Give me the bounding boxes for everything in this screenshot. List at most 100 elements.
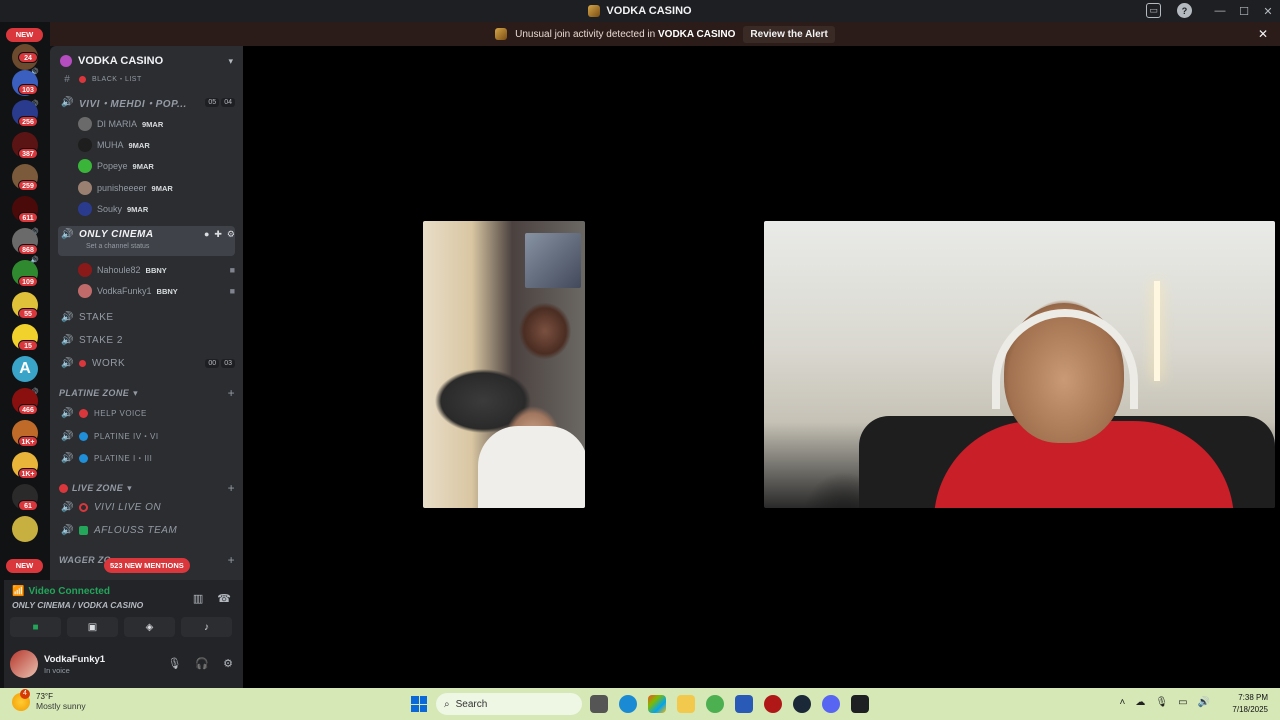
taskbar-clock[interactable]: 7:38 PM 7/18/2025 xyxy=(1232,692,1268,716)
add-channel-icon[interactable]: + xyxy=(228,553,235,567)
review-alert-button[interactable]: Review the Alert xyxy=(743,25,835,43)
chevron-up-icon[interactable]: ˄ xyxy=(1120,697,1126,708)
speaker-icon: 🔊 xyxy=(61,357,74,369)
category-platine-zone[interactable]: PLATINE ZONE ▾ + xyxy=(59,385,235,401)
video-tile-left[interactable] xyxy=(423,221,585,508)
speaker-icon: 🔊 xyxy=(61,430,74,442)
camera-icon: ■ xyxy=(229,265,235,275)
cloud-icon[interactable]: ☁ xyxy=(1135,697,1145,708)
file-explorer-icon[interactable] xyxy=(677,695,695,713)
voice-actions: ▥ ☎ xyxy=(193,592,231,605)
server-badge-icon xyxy=(60,55,72,67)
new-unreads-pill[interactable]: NEW xyxy=(6,28,43,42)
username[interactable]: VodkaFunky1 xyxy=(44,654,105,665)
voice-member[interactable]: punisheeeer 9MAR xyxy=(78,178,235,198)
gear-icon[interactable]: ⚙ xyxy=(223,657,233,670)
voice-member[interactable]: VodkaFunky1 BBNY ■ xyxy=(78,281,235,301)
disconnect-icon[interactable]: ☎ xyxy=(217,592,231,605)
voice-member[interactable]: DI MARIA 9MAR xyxy=(78,114,235,134)
voice-member[interactable]: Souky 9MAR xyxy=(78,199,235,219)
avatar[interactable] xyxy=(10,650,38,678)
chrome-icon[interactable] xyxy=(706,695,724,713)
chat-icon[interactable]: ● xyxy=(204,229,209,240)
store-icon[interactable] xyxy=(735,695,753,713)
close-icon[interactable]: ✕ xyxy=(1258,27,1268,41)
monitor-icon[interactable]: ▭ xyxy=(1178,697,1187,708)
start-button[interactable] xyxy=(411,696,427,712)
new-unreads-pill[interactable]: NEW xyxy=(6,559,43,573)
voice-channel-work[interactable]: 🔊 WORK 00 03 xyxy=(58,353,235,373)
invite-icon[interactable]: ✚ xyxy=(214,229,222,240)
mention-badge: 259 xyxy=(18,180,38,191)
new-mentions-pill[interactable]: 523 NEW MENTIONS xyxy=(104,558,190,573)
voice-connection-status[interactable]: 📶 Video Connected xyxy=(12,586,110,597)
server-icon[interactable]: A xyxy=(12,356,38,382)
user-controls: 🎙 🎧 ⚙ xyxy=(167,657,233,670)
headphones-icon[interactable]: 🎧 xyxy=(195,657,209,670)
mention-badge: 103 xyxy=(18,84,38,95)
microphone-icon[interactable]: 🎙 xyxy=(167,657,181,670)
microphone-icon[interactable]: 🎙 xyxy=(1155,697,1168,708)
voice-member[interactable]: MUHA 9MAR xyxy=(78,135,235,155)
minimize-button[interactable]: — xyxy=(1208,5,1232,17)
video-tile-right[interactable] xyxy=(764,221,1275,508)
chevron-down-icon[interactable]: ▾ xyxy=(228,56,233,67)
target-icon xyxy=(79,408,88,418)
voice-channel-help[interactable]: 🔊 HELP VOICE xyxy=(58,403,235,423)
voice-channel-stake-2[interactable]: 🔊 STAKE 2 xyxy=(58,330,235,350)
voice-channel-stake[interactable]: 🔊 STAKE xyxy=(58,307,235,327)
red-dot-icon xyxy=(79,75,86,83)
voice-channel-aflouss[interactable]: 🔊 AFLOUSS TEAM xyxy=(58,520,235,540)
windows-taskbar: 4 73°F Mostly sunny ⌕ Search ˄ ☁ 🎙 ▭ 🔊 7… xyxy=(0,688,1280,720)
add-channel-icon[interactable]: + xyxy=(228,481,235,495)
server-icon[interactable] xyxy=(12,516,38,542)
voice-channel-platine-i-iii[interactable]: 🔊 PLATINE I・III xyxy=(58,448,235,468)
camera-button[interactable]: ■ xyxy=(10,617,61,637)
blue-dot-icon xyxy=(79,431,88,441)
speaker-icon: 🔊 xyxy=(61,407,74,419)
camera-icon: ■ xyxy=(229,286,235,296)
speaker-icon: 🔊 xyxy=(61,524,74,536)
title-bar: VODKA CASINO ▭ ? — ☐ ✕ xyxy=(0,0,1280,22)
noise-suppression-icon[interactable]: ▥ xyxy=(193,592,203,605)
chevron-down-icon: ▾ xyxy=(127,482,133,493)
inbox-icon[interactable]: ▭ xyxy=(1146,3,1161,18)
discord-icon[interactable] xyxy=(822,695,840,713)
app-icon[interactable] xyxy=(764,695,782,713)
add-channel-icon[interactable]: + xyxy=(228,386,235,400)
taskbar-search[interactable]: ⌕ Search xyxy=(436,693,582,715)
gear-icon[interactable]: ⚙ xyxy=(227,229,235,240)
activities-button[interactable]: ◈ xyxy=(124,617,175,637)
close-window-button[interactable]: ✕ xyxy=(1256,5,1280,18)
speaker-icon: 🔊 xyxy=(61,311,74,323)
channel-status[interactable]: Set a channel status xyxy=(86,243,149,250)
edge-icon[interactable] xyxy=(619,695,637,713)
voice-member[interactable]: Popeye 9MAR xyxy=(78,156,235,176)
volume-icon[interactable]: 🔊 xyxy=(1198,697,1210,708)
window-title: VODKA CASINO xyxy=(588,5,692,17)
mention-badge: 109 xyxy=(18,276,38,287)
task-view-icon[interactable] xyxy=(590,695,608,713)
copilot-icon[interactable] xyxy=(648,695,666,713)
alert-banner: Unusual join activity detected in VODKA … xyxy=(50,22,1280,46)
active-app-icon[interactable] xyxy=(851,695,869,713)
weather-sun-icon: 4 xyxy=(12,688,30,711)
weather-notification-badge: 4 xyxy=(20,688,30,699)
voice-channel-vivi-live[interactable]: 🔊 VIVI LIVE ON xyxy=(58,497,235,517)
voice-location[interactable]: ONLY CINEMA / VODKA CASINO xyxy=(12,600,143,610)
voice-channel-platine-iv-vi[interactable]: 🔊 PLATINE IV・VI xyxy=(58,426,235,446)
alert-text: Unusual join activity detected in VODKA … xyxy=(515,28,736,40)
maximize-button[interactable]: ☐ xyxy=(1232,5,1256,18)
voice-channel-only-cinema[interactable]: 🔊 ONLY CINEMA ● ✚ ⚙ Set a channel status xyxy=(58,226,235,256)
help-icon[interactable]: ? xyxy=(1177,3,1192,18)
steam-icon[interactable] xyxy=(793,695,811,713)
soundboard-button[interactable]: ♪ xyxy=(181,617,232,637)
voice-member[interactable]: Nahoule82 BBNY ■ xyxy=(78,260,235,280)
screen-share-button[interactable]: ▣ xyxy=(67,617,118,637)
weather-widget[interactable]: 4 73°F Mostly sunny xyxy=(12,688,86,711)
avatar xyxy=(78,284,92,298)
category-live-zone[interactable]: LIVE ZONE ▾ + xyxy=(59,480,235,496)
video-content xyxy=(992,309,1138,409)
voice-channel-vivi[interactable]: 🔊 VIVI・MEHDI・POP... 05 04 xyxy=(58,92,235,112)
channel-black-list[interactable]: # BLACK・LIST xyxy=(58,72,235,86)
